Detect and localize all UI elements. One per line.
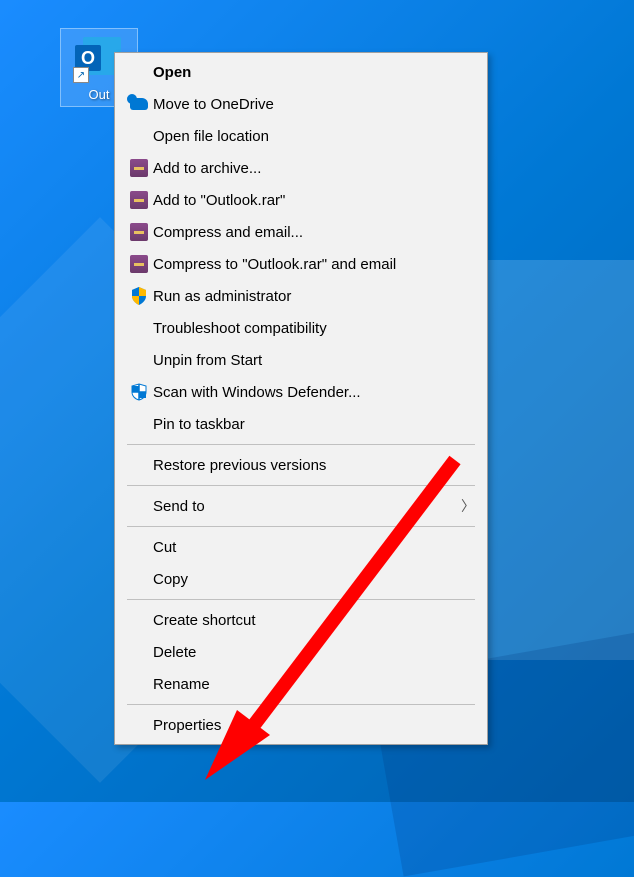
context-menu: Open Move to OneDrive Open file location… xyxy=(114,52,488,745)
menu-item-rename[interactable]: Rename xyxy=(117,668,485,700)
menu-item-send-to[interactable]: Send to 〉 xyxy=(117,490,485,522)
menu-separator xyxy=(127,444,475,445)
menu-separator xyxy=(127,599,475,600)
menu-item-run-admin[interactable]: Run as administrator xyxy=(117,280,485,312)
menu-item-add-archive[interactable]: Add to archive... xyxy=(117,152,485,184)
chevron-right-icon: 〉 xyxy=(461,496,475,516)
menu-separator xyxy=(127,526,475,527)
onedrive-icon xyxy=(125,98,153,110)
menu-item-compress-email[interactable]: Compress and email... xyxy=(117,216,485,248)
menu-item-compress-rar-email[interactable]: Compress to "Outlook.rar" and email xyxy=(117,248,485,280)
menu-item-troubleshoot[interactable]: Troubleshoot compatibility xyxy=(117,312,485,344)
winrar-icon xyxy=(125,159,153,177)
menu-item-open-location[interactable]: Open file location xyxy=(117,120,485,152)
menu-item-properties[interactable]: Properties xyxy=(117,709,485,741)
menu-separator xyxy=(127,485,475,486)
menu-item-delete[interactable]: Delete xyxy=(117,636,485,668)
defender-icon xyxy=(125,383,153,401)
menu-item-unpin-start[interactable]: Unpin from Start xyxy=(117,344,485,376)
winrar-icon xyxy=(125,255,153,273)
menu-item-cut[interactable]: Cut xyxy=(117,531,485,563)
shortcut-arrow-icon: ↗ xyxy=(73,67,89,83)
menu-separator xyxy=(127,704,475,705)
menu-item-restore-versions[interactable]: Restore previous versions xyxy=(117,449,485,481)
menu-item-copy[interactable]: Copy xyxy=(117,563,485,595)
menu-item-create-shortcut[interactable]: Create shortcut xyxy=(117,604,485,636)
menu-item-open[interactable]: Open xyxy=(117,56,485,88)
menu-item-scan-defender[interactable]: Scan with Windows Defender... xyxy=(117,376,485,408)
menu-item-add-rar[interactable]: Add to "Outlook.rar" xyxy=(117,184,485,216)
winrar-icon xyxy=(125,223,153,241)
menu-item-pin-taskbar[interactable]: Pin to taskbar xyxy=(117,408,485,440)
winrar-icon xyxy=(125,191,153,209)
uac-shield-icon xyxy=(125,287,153,305)
menu-item-move-onedrive[interactable]: Move to OneDrive xyxy=(117,88,485,120)
